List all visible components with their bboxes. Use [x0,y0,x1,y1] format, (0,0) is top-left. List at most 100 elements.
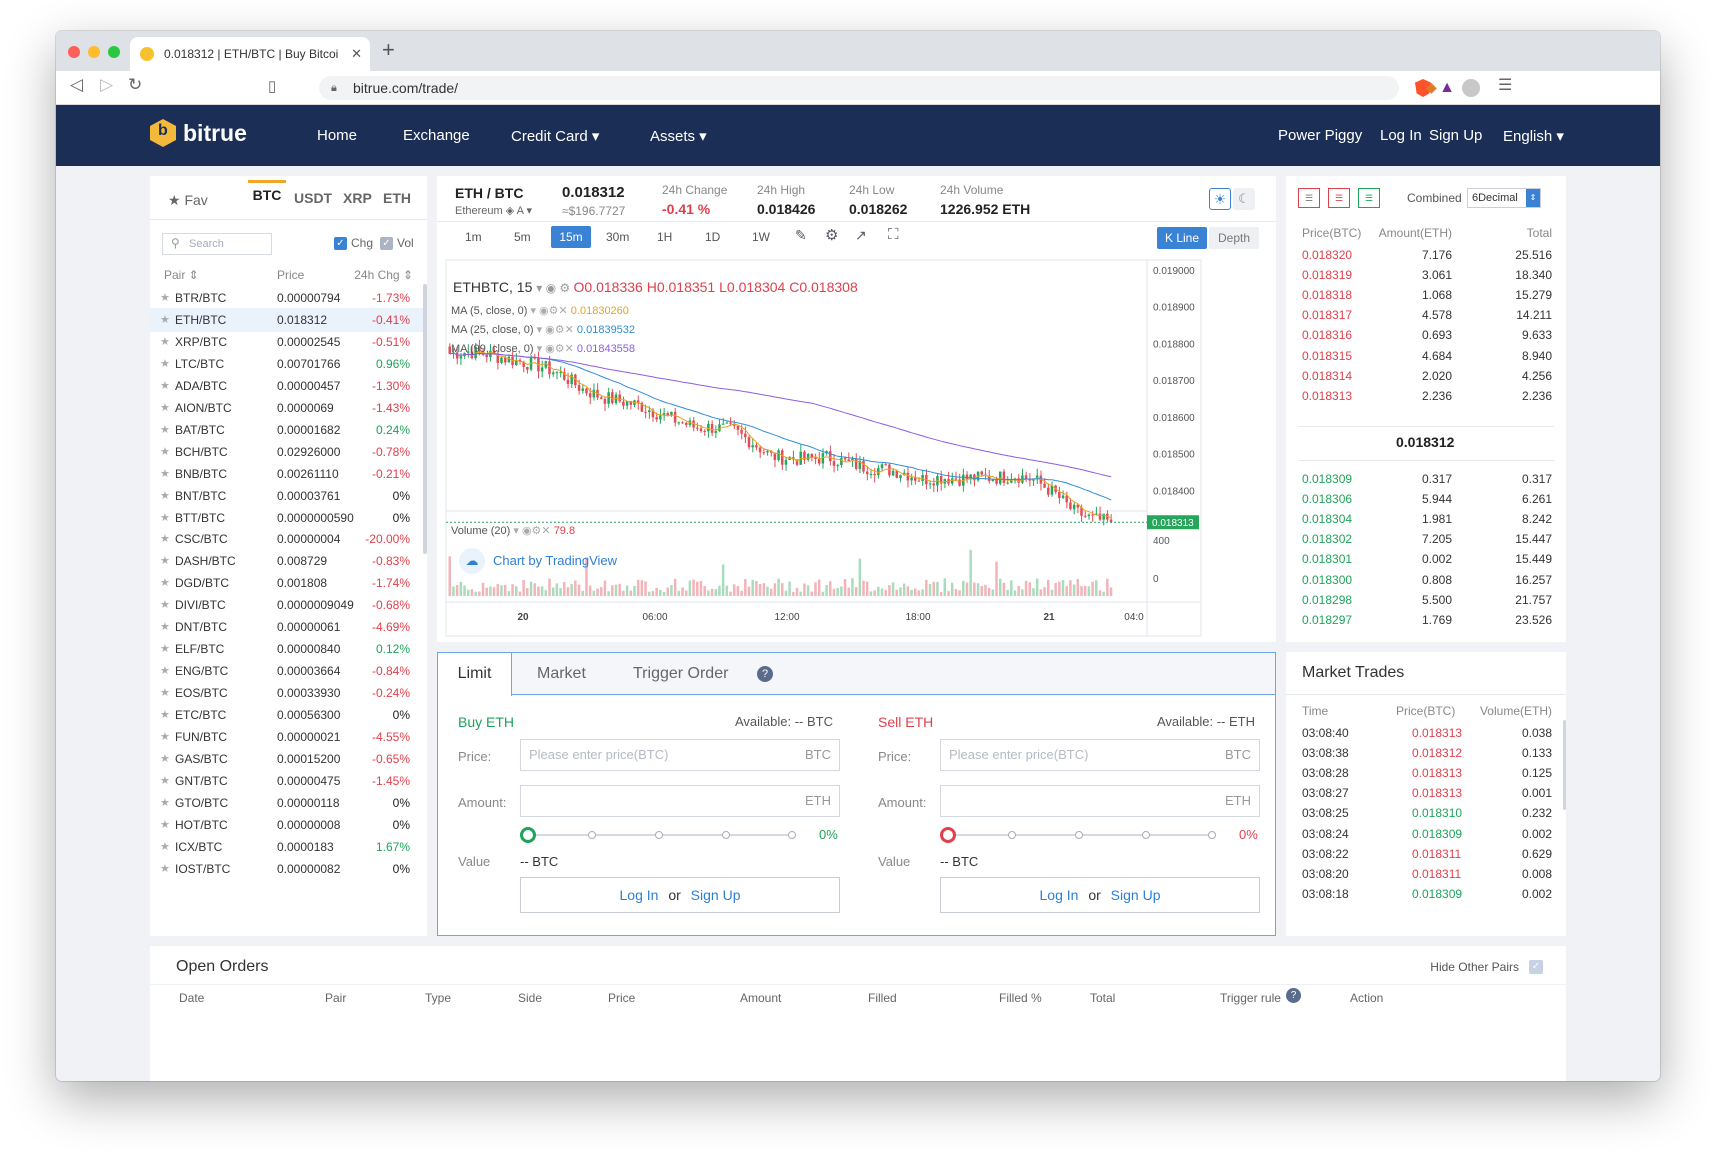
header-change[interactable]: 24h Chg ⇕ [354,268,413,282]
forward-icon[interactable]: ▷ [100,75,113,95]
tab-fav[interactable]: ★ Fav [168,192,208,209]
sell-login-link[interactable]: Log In [1040,887,1079,903]
tradingview-attribution[interactable]: ☁ Chart by TradingView [459,548,617,574]
kline-button[interactable]: K Line [1157,227,1207,249]
help-icon[interactable]: ? [1286,988,1301,1003]
bid-row[interactable]: 0.018309 0.317 0.317 [1302,468,1552,490]
favorite-star-icon[interactable]: ★ [160,571,170,595]
bid-row[interactable]: 0.018300 0.808 16.257 [1302,569,1552,591]
pair-row[interactable]: ★ ENG/BTC 0.00003664 -0.84% [150,659,424,683]
pair-row[interactable]: ★ EOS/BTC 0.00033930 -0.24% [150,681,424,705]
back-icon[interactable]: ◁ [70,75,83,95]
ticker-coin-name[interactable]: Ethereum ◈ A ▾ [455,204,532,217]
favorite-star-icon[interactable]: ★ [160,681,170,705]
favorite-star-icon[interactable]: ★ [160,593,170,617]
slider-stop[interactable] [1075,831,1083,839]
tab-xrp[interactable]: XRP [343,190,372,206]
favorite-star-icon[interactable]: ★ [160,703,170,727]
slider-stop[interactable] [1142,831,1150,839]
interval-1w[interactable]: 1W [752,230,770,244]
tab-limit[interactable]: Limit [438,653,512,696]
pair-row[interactable]: ★ CSC/BTC 0.00000004 -20.00% [150,527,424,551]
depth-button[interactable]: Depth [1209,227,1259,249]
ask-row[interactable]: 0.018318 1.068 15.279 [1302,284,1552,306]
sell-signup-link[interactable]: Sign Up [1111,887,1161,903]
new-tab-icon[interactable]: + [382,37,395,63]
pair-row[interactable]: ★ BAT/BTC 0.00001682 0.24% [150,418,424,442]
nav-language[interactable]: English ▾ [1503,127,1564,145]
buy-percent-slider[interactable] [520,827,796,843]
favorite-star-icon[interactable]: ★ [160,813,170,837]
favorite-star-icon[interactable]: ★ [160,659,170,683]
pair-row[interactable]: ★ GAS/BTC 0.00015200 -0.65% [150,747,424,771]
interval-5m[interactable]: 5m [514,230,531,244]
pair-row[interactable]: ★ LTC/BTC 0.00701766 0.96% [150,352,424,376]
book-asks-icon[interactable]: ☰ [1328,188,1350,208]
pair-row[interactable]: ★ DIVI/BTC 0.0000009049 -0.68% [150,593,424,617]
profile-icon[interactable] [1462,79,1480,97]
pair-row[interactable]: ★ BNT/BTC 0.00003761 0% [150,484,424,508]
menu-icon[interactable]: ☰ [1498,75,1512,95]
buy-amount-input[interactable]: ETH [520,785,840,817]
extension-icon[interactable]: ◆ [1426,79,1437,96]
pair-row[interactable]: ★ BTT/BTC 0.0000000590 0% [150,506,424,530]
minimize-window-icon[interactable] [88,46,100,58]
ask-row[interactable]: 0.018313 2.236 2.236 [1302,385,1552,407]
pair-row[interactable]: ★ DASH/BTC 0.008729 -0.83% [150,549,424,573]
favorite-star-icon[interactable]: ★ [160,615,170,639]
pair-row[interactable]: ★ GTO/BTC 0.00000118 0% [150,791,424,815]
favorite-star-icon[interactable]: ★ [160,352,170,376]
favorite-star-icon[interactable]: ★ [160,506,170,530]
close-window-icon[interactable] [68,46,80,58]
bookmark-icon[interactable]: ▯ [268,77,276,95]
pair-row[interactable]: ★ AION/BTC 0.0000069 -1.43% [150,396,424,420]
address-bar[interactable]: 🔒︎ bitrue.com/trade/ ▲ [319,76,1455,100]
bid-row[interactable]: 0.018298 5.500 21.757 [1302,589,1552,611]
buy-login-link[interactable]: Log In [620,887,659,903]
slider-stop[interactable] [1208,831,1216,839]
favorite-star-icon[interactable]: ★ [160,330,170,354]
slider-stop[interactable] [722,831,730,839]
favorite-star-icon[interactable]: ★ [160,769,170,793]
tab-eth[interactable]: ETH [383,190,411,206]
decimal-select[interactable]: 6Decimal ⇕ [1467,188,1541,208]
bid-row[interactable]: 0.018306 5.944 6.261 [1302,488,1552,510]
favorite-star-icon[interactable]: ★ [160,462,170,486]
header-pair[interactable]: Pair ⇕ [164,268,199,282]
favorite-star-icon[interactable]: ★ [160,418,170,442]
favorite-star-icon[interactable]: ★ [160,440,170,464]
search-input[interactable]: ⚲ Search [162,233,272,255]
nav-power-piggy[interactable]: Power Piggy [1278,127,1362,144]
nav-signup[interactable]: Sign Up [1429,127,1482,144]
favorite-star-icon[interactable]: ★ [160,549,170,573]
trades-scrollbar[interactable] [1563,720,1566,810]
pair-row[interactable]: ★ XRP/BTC 0.00002545 -0.51% [150,330,424,354]
bid-row[interactable]: 0.018304 1.981 8.242 [1302,508,1552,530]
draw-tool-icon[interactable]: ✎ [795,227,807,244]
bid-row[interactable]: 0.018301 0.002 15.449 [1302,548,1552,570]
favorite-star-icon[interactable]: ★ [160,527,170,551]
nav-login[interactable]: Log In [1380,127,1422,144]
chg-checkbox[interactable]: ✓ [334,237,347,250]
slider-stop[interactable] [1008,831,1016,839]
slider-stop[interactable] [655,831,663,839]
interval-1m[interactable]: 1m [465,230,482,244]
pair-row[interactable]: ★ HOT/BTC 0.00000008 0% [150,813,424,837]
favorite-star-icon[interactable]: ★ [160,747,170,771]
pair-list-scrollbar[interactable] [423,284,427,554]
pair-row[interactable]: ★ BNB/BTC 0.00261110 -0.21% [150,462,424,486]
tab-btc[interactable]: BTC [248,180,286,203]
pair-row[interactable]: ★ ICX/BTC 0.0000183 1.67% [150,835,424,859]
interval-15m[interactable]: 15m [551,226,591,248]
maximize-window-icon[interactable] [108,46,120,58]
interval-30m[interactable]: 30m [606,230,629,244]
pair-row[interactable]: ★ ETH/BTC 0.018312 -0.41% [150,307,424,332]
favorite-star-icon[interactable]: ★ [160,396,170,420]
sell-amount-input[interactable]: ETH [940,785,1260,817]
sell-price-input[interactable]: Please enter price(BTC) BTC [940,739,1260,771]
favorite-star-icon[interactable]: ★ [160,637,170,661]
favorite-star-icon[interactable]: ★ [160,484,170,508]
favorite-star-icon[interactable]: ★ [160,791,170,815]
nav-exchange[interactable]: Exchange [403,127,470,144]
indicators-icon[interactable]: ↗ [855,227,867,244]
